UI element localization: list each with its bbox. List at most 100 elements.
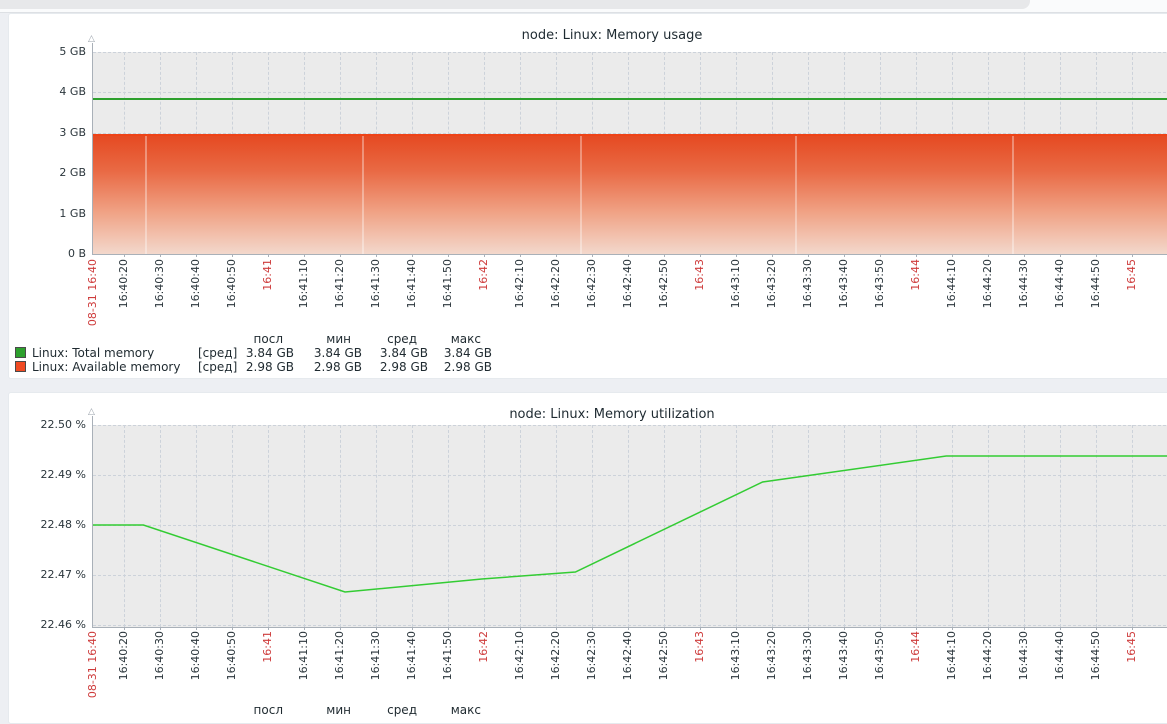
x-grid-line xyxy=(484,425,485,627)
x-tick-label: 16:43:50 xyxy=(873,631,886,680)
x-tick-label: 16:42:40 xyxy=(621,631,634,680)
graph-widget-memory-utilization: node: Linux: Memory utilization △ 22.50 … xyxy=(8,392,1167,724)
x-tick-mark xyxy=(448,627,449,630)
y-tick-label: 22.50 % xyxy=(9,419,86,431)
memory-utilization-plot[interactable] xyxy=(92,425,1167,628)
x-tick-label: 16:41:40 xyxy=(405,259,418,308)
x-tick-mark xyxy=(484,627,485,630)
utilization-line-svg xyxy=(93,425,1167,627)
y-tick-label: 22.48 % xyxy=(9,519,86,531)
x-tick-mark xyxy=(1096,254,1097,257)
x-tick-mark xyxy=(484,254,485,257)
x-tick-label: 16:44:20 xyxy=(981,259,994,308)
x-tick-mark xyxy=(844,627,845,630)
x-tick-label: 08-31 16:40 xyxy=(86,631,99,698)
legend-series-name: Linux: Total memory xyxy=(32,346,198,360)
x-tick-mark xyxy=(376,254,377,257)
x-tick-label: 16:43:30 xyxy=(801,259,814,308)
legend-header-row: посл мин сред макс xyxy=(15,703,492,717)
x-tick-mark xyxy=(628,254,629,257)
y-tick-label: 0 B xyxy=(9,248,86,260)
x-grid-line xyxy=(916,425,917,627)
x-tick-mark xyxy=(1024,254,1025,257)
x-tick-label: 16:41:20 xyxy=(333,631,346,680)
x-tick-mark xyxy=(556,254,557,257)
x-tick-mark xyxy=(880,627,881,630)
gradient-seam xyxy=(145,136,147,254)
x-tick-label: 16:40:30 xyxy=(153,631,166,680)
legend-row-available-memory: Linux: Available memory [сред] 2.98 GB 2… xyxy=(15,360,492,374)
x-tick-mark xyxy=(808,627,809,630)
x-grid-line xyxy=(736,425,737,627)
x-tick-label: 16:42:10 xyxy=(513,259,526,308)
x-tick-mark xyxy=(232,254,233,257)
legend-header-row: посл мин сред макс xyxy=(15,332,492,346)
x-tick-label: 16:44:40 xyxy=(1053,631,1066,680)
x-tick-label: 16:40:20 xyxy=(117,259,130,308)
x-tick-label: 16:42:10 xyxy=(513,631,526,680)
x-tick-label: 16:41:10 xyxy=(297,259,310,308)
x-grid-line xyxy=(556,425,557,627)
x-tick-mark xyxy=(664,254,665,257)
x-tick-label: 16:44:30 xyxy=(1017,259,1030,308)
x-tick-mark xyxy=(340,627,341,630)
x-tick-label: 16:42:20 xyxy=(549,259,562,308)
y-tick-label: 1 GB xyxy=(9,208,86,220)
x-tick-label: 16:42:30 xyxy=(585,259,598,308)
x-tick-mark xyxy=(952,627,953,630)
x-tick-label: 16:44:10 xyxy=(945,631,958,680)
x-tick-mark xyxy=(808,254,809,257)
x-grid-line xyxy=(124,425,125,627)
x-tick-mark xyxy=(124,254,125,257)
x-tick-label: 16:43:20 xyxy=(765,631,778,680)
memory-utilization-y-axis: 22.50 %22.49 %22.48 %22.47 %22.46 % xyxy=(9,425,86,635)
x-tick-label: 16:42:50 xyxy=(657,259,670,308)
x-tick-label: 16:41:10 xyxy=(297,631,310,680)
gradient-seam xyxy=(795,136,797,254)
x-tick-mark xyxy=(772,254,773,257)
legend-swatch-available-memory xyxy=(15,361,26,372)
x-grid-line xyxy=(268,425,269,627)
x-tick-label: 16:45 xyxy=(1125,259,1138,291)
x-tick-mark xyxy=(340,254,341,257)
x-grid-line xyxy=(448,425,449,627)
x-tick-mark xyxy=(556,627,557,630)
x-grid-line xyxy=(952,425,953,627)
x-tick-label: 08-31 16:40 xyxy=(86,259,99,326)
legend-series-func: [сред] xyxy=(198,346,239,360)
legend-header-min: мин xyxy=(294,703,362,717)
legend-swatch-total-memory xyxy=(15,347,26,358)
x-tick-mark xyxy=(124,627,125,630)
x-tick-mark xyxy=(844,254,845,257)
x-tick-label: 16:43:50 xyxy=(873,259,886,308)
x-grid-line xyxy=(880,425,881,627)
x-tick-label: 16:40:50 xyxy=(225,631,238,680)
x-tick-label: 16:42 xyxy=(477,259,490,291)
x-tick-label: 16:43:30 xyxy=(801,631,814,680)
gradient-seam xyxy=(1012,136,1014,254)
y-tick-label: 22.47 % xyxy=(9,569,86,581)
x-tick-mark xyxy=(880,254,881,257)
y-axis-line xyxy=(92,416,93,425)
x-tick-label: 16:40:20 xyxy=(117,631,130,680)
memory-usage-plot[interactable] xyxy=(92,52,1167,255)
x-tick-mark xyxy=(700,627,701,630)
x-tick-label: 16:43:40 xyxy=(837,259,850,308)
x-tick-label: 16:42:40 xyxy=(621,259,634,308)
x-grid-line xyxy=(412,425,413,627)
x-tick-label: 16:44:50 xyxy=(1089,631,1102,680)
utilization-line xyxy=(93,456,1167,592)
x-grid-line xyxy=(592,425,593,627)
x-tick-label: 16:42:50 xyxy=(657,631,670,680)
x-tick-mark xyxy=(700,254,701,257)
available-memory-area xyxy=(93,134,1167,254)
x-tick-label: 16:40:30 xyxy=(153,259,166,308)
x-tick-label: 16:41:50 xyxy=(441,259,454,308)
x-tick-label: 16:44 xyxy=(909,259,922,291)
y-grid-line xyxy=(93,52,1167,53)
legend-value-min: 2.98 GB xyxy=(294,360,362,374)
x-tick-mark xyxy=(412,627,413,630)
x-tick-label: 16:44:50 xyxy=(1089,259,1102,308)
x-grid-line xyxy=(700,425,701,627)
x-tick-label: 16:41 xyxy=(261,631,274,663)
